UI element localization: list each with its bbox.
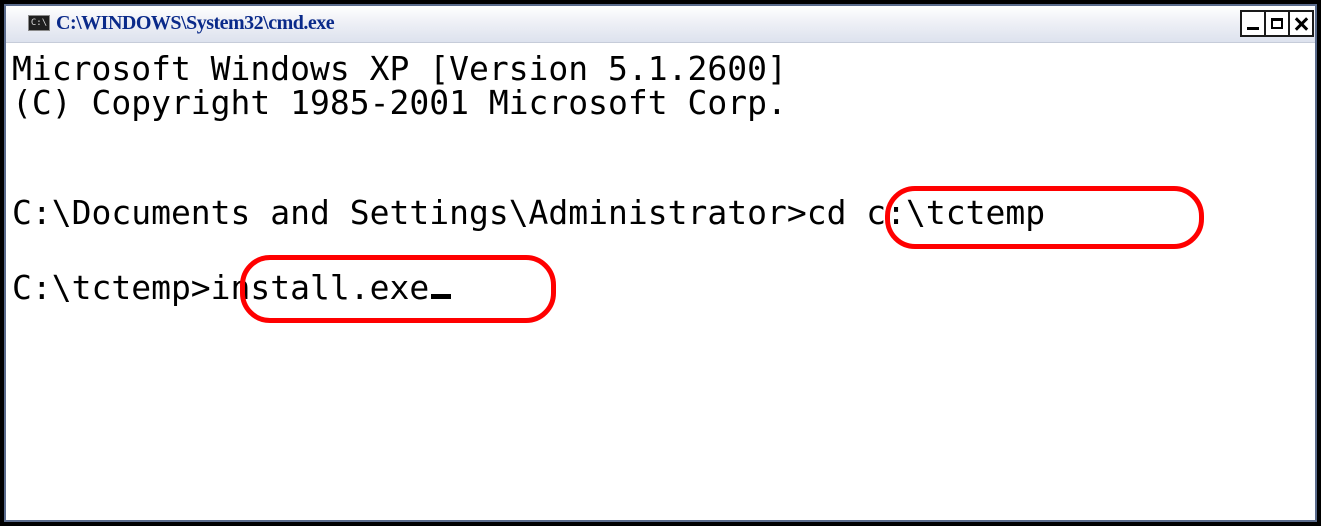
console-input-text[interactable]: C:\tctemp>install.exe: [12, 268, 429, 307]
title-bar[interactable]: C:\ C:\WINDOWS\System32\cmd.exe: [6, 6, 1315, 43]
window-title: C:\WINDOWS\System32\cmd.exe: [56, 12, 335, 34]
console-line-copyright: (C) Copyright 1985-2001 Microsoft Corp.: [12, 83, 787, 122]
text-cursor: [431, 294, 452, 299]
cmd-window: C:\ C:\WINDOWS\System32\cmd.exe Microsof…: [4, 4, 1317, 522]
minimize-icon: [1247, 27, 1259, 30]
maximize-icon: [1271, 18, 1283, 29]
maximize-button[interactable]: [1264, 10, 1290, 37]
console-line-cd-command: C:\Documents and Settings\Administrator>…: [12, 193, 1046, 232]
close-button[interactable]: [1288, 10, 1314, 37]
console-output[interactable]: Microsoft Windows XP [Version 5.1.2600] …: [6, 43, 1315, 520]
console-line-version: Microsoft Windows XP [Version 5.1.2600]: [12, 49, 787, 88]
console-line-install-command: C:\tctemp>install.exe: [12, 268, 452, 307]
close-icon: [1294, 17, 1308, 31]
command-prompt-icon[interactable]: C:\: [28, 15, 50, 31]
minimize-button[interactable]: [1240, 10, 1266, 37]
